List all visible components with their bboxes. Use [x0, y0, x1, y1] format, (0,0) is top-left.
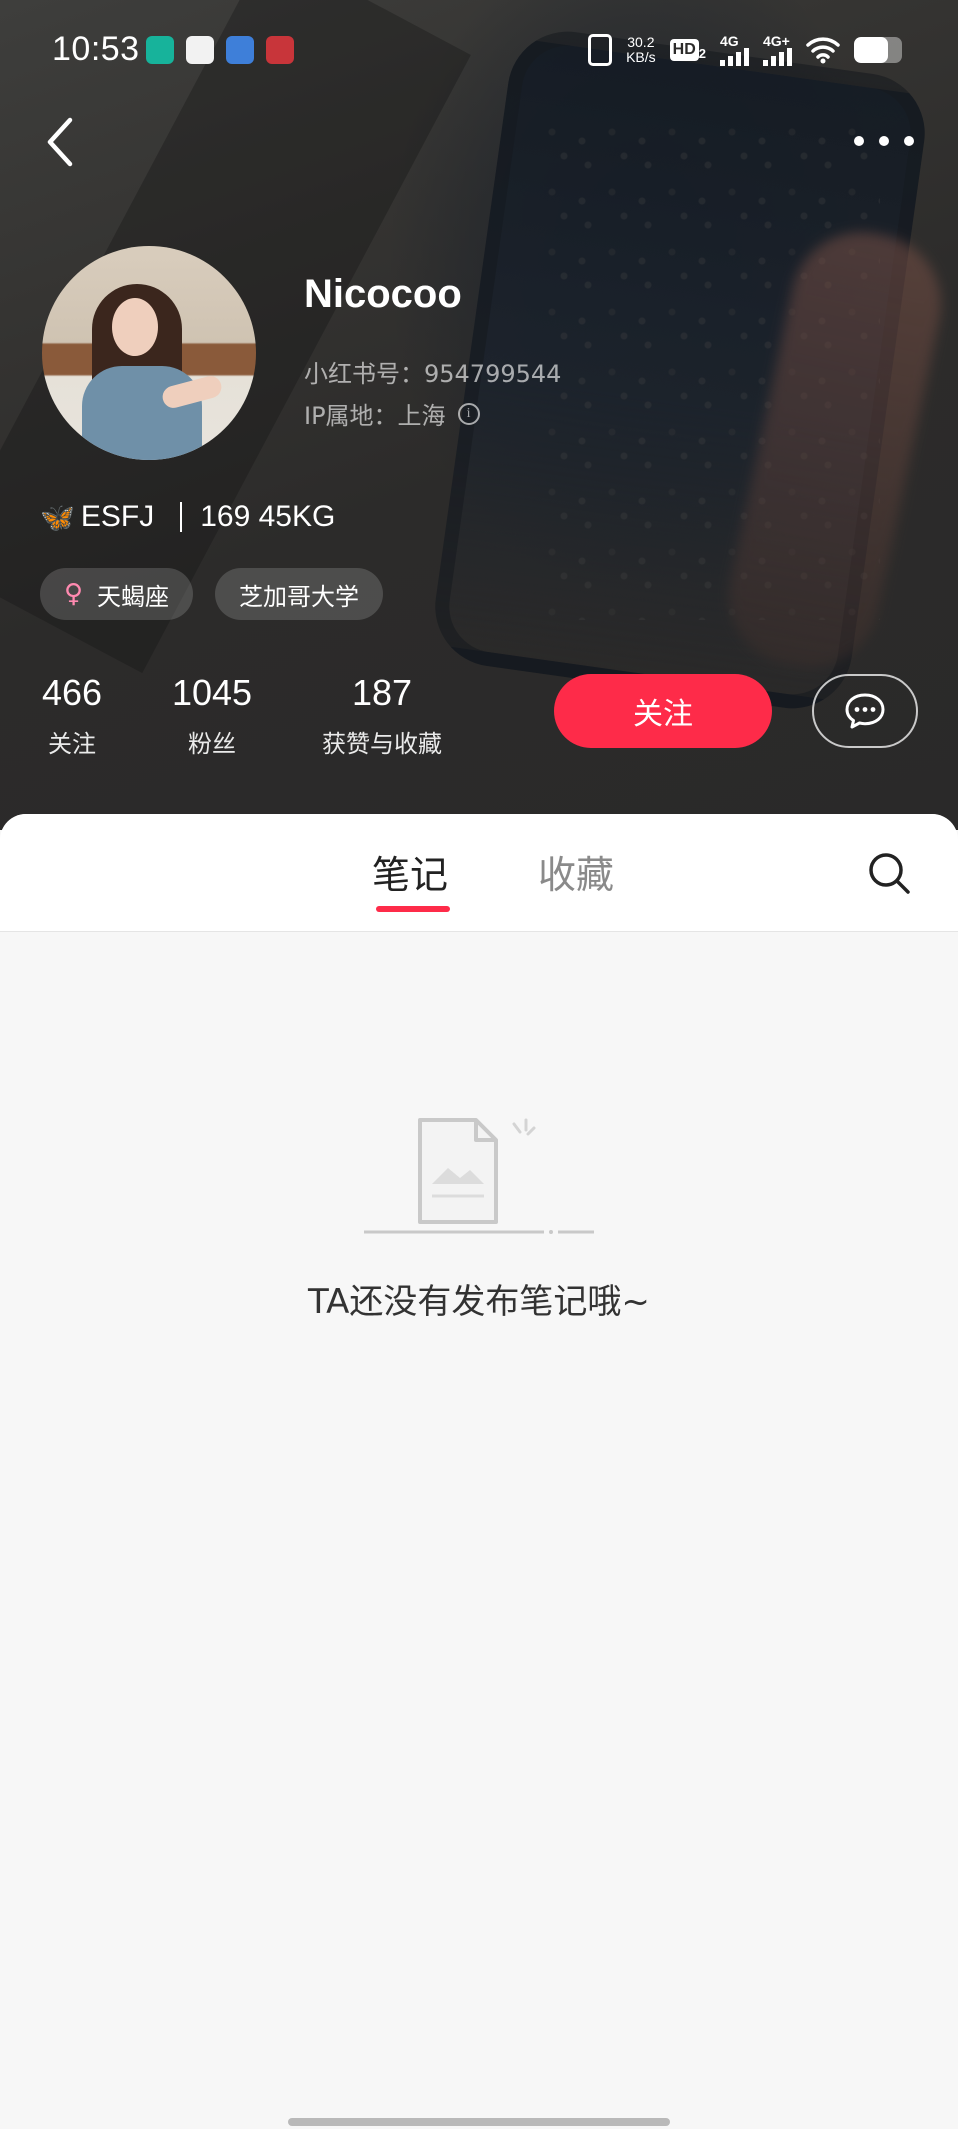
empty-document-icon — [364, 1118, 594, 1234]
stat-value: 1045 — [171, 672, 253, 713]
app-notification-icon — [226, 36, 254, 64]
network-speed-unit: KB/s — [626, 49, 656, 65]
stat-followers[interactable]: 1045 粉丝 — [168, 672, 256, 759]
search-icon[interactable] — [866, 850, 912, 896]
app-notification-icon — [186, 36, 214, 64]
ip-location: IP属地：上海 i — [304, 396, 480, 431]
red-id: 小红书号：954799544 — [304, 360, 562, 388]
back-button[interactable] — [40, 112, 84, 172]
sim2-label: 4G+ — [763, 33, 790, 49]
content-panel: 笔记 收藏 TA还没有发布笔记哦~ — [0, 814, 958, 2129]
app-notification-icon — [146, 36, 174, 64]
status-app-icons — [146, 36, 294, 64]
more-dot-icon — [879, 136, 889, 146]
stat-likes-collects[interactable]: 187 获赞与收藏 — [308, 672, 456, 759]
tag-zodiac[interactable]: ♀ 天蝎座 — [40, 568, 194, 620]
stat-value: 466 — [41, 672, 103, 713]
stat-following[interactable]: 466 关注 — [40, 672, 104, 759]
butterfly-icon: 🦋 — [40, 501, 75, 533]
status-indicators: 30.2 KB/s HD 2 4G 4G+ — [588, 34, 902, 66]
ip-location-text: IP属地：上海 — [304, 402, 446, 430]
more-options-button[interactable] — [854, 126, 914, 156]
avatar[interactable] — [42, 246, 256, 460]
stat-label: 关注 — [48, 730, 96, 758]
app-notification-icon — [266, 36, 294, 64]
stat-value: 187 — [351, 672, 413, 713]
tag-label: 芝加哥大学 — [239, 582, 360, 611]
battery-icon — [854, 37, 902, 63]
hd-sub: 2 — [698, 46, 706, 61]
profile-stats: 466 关注 1045 粉丝 187 获赞与收藏 — [40, 672, 456, 759]
wifi-icon — [806, 37, 840, 64]
bio-mbti: ESFJ — [80, 500, 155, 533]
active-tab-indicator — [376, 906, 450, 912]
sim1-label: 4G — [720, 33, 739, 49]
hd-label: HD — [669, 39, 699, 61]
more-dot-icon — [854, 136, 864, 146]
tag-school[interactable]: 芝加哥大学 — [215, 568, 384, 620]
empty-message: TA还没有发布笔记哦~ — [308, 1282, 650, 1322]
bio: 🦋 ESFJ 169 45KG — [40, 500, 335, 534]
chat-bubble-icon — [845, 693, 885, 729]
tab-notes[interactable]: 笔记 — [372, 844, 448, 899]
network-speed: 30.2 KB/s — [626, 35, 656, 65]
network-speed-value: 30.2 — [627, 34, 655, 50]
tab-bar: 笔记 收藏 — [0, 814, 958, 932]
username: Nicocoo — [304, 272, 462, 316]
hd-icon: HD 2 — [669, 39, 706, 61]
home-indicator[interactable] — [288, 2118, 670, 2126]
more-dot-icon — [904, 136, 914, 146]
stat-label: 获赞与收藏 — [322, 730, 442, 758]
battery-fill — [854, 37, 888, 63]
follow-button[interactable]: 关注 — [554, 674, 772, 748]
tab-collections[interactable]: 收藏 — [538, 844, 614, 899]
message-button[interactable] — [812, 674, 918, 748]
bio-body: 169 45KG — [200, 500, 336, 533]
vibrate-icon — [588, 34, 613, 66]
signal-sim1-icon: 4G — [720, 34, 749, 66]
info-icon[interactable]: i — [457, 402, 480, 425]
status-bar: 10:53 30.2 KB/s HD 2 4G 4G+ — [0, 0, 958, 100]
profile-header: 10:53 30.2 KB/s HD 2 4G 4G+ Nicocoo 小红书号… — [0, 0, 958, 830]
signal-sim2-icon: 4G+ — [763, 34, 792, 66]
female-icon: ♀ — [64, 579, 84, 609]
bio-separator — [180, 502, 183, 532]
status-time: 10:53 — [52, 30, 140, 68]
stat-label: 粉丝 — [188, 730, 236, 758]
profile-tags: ♀ 天蝎座 芝加哥大学 — [40, 568, 384, 620]
empty-state: TA还没有发布笔记哦~ — [0, 1114, 958, 1414]
tag-label: 天蝎座 — [97, 582, 170, 611]
